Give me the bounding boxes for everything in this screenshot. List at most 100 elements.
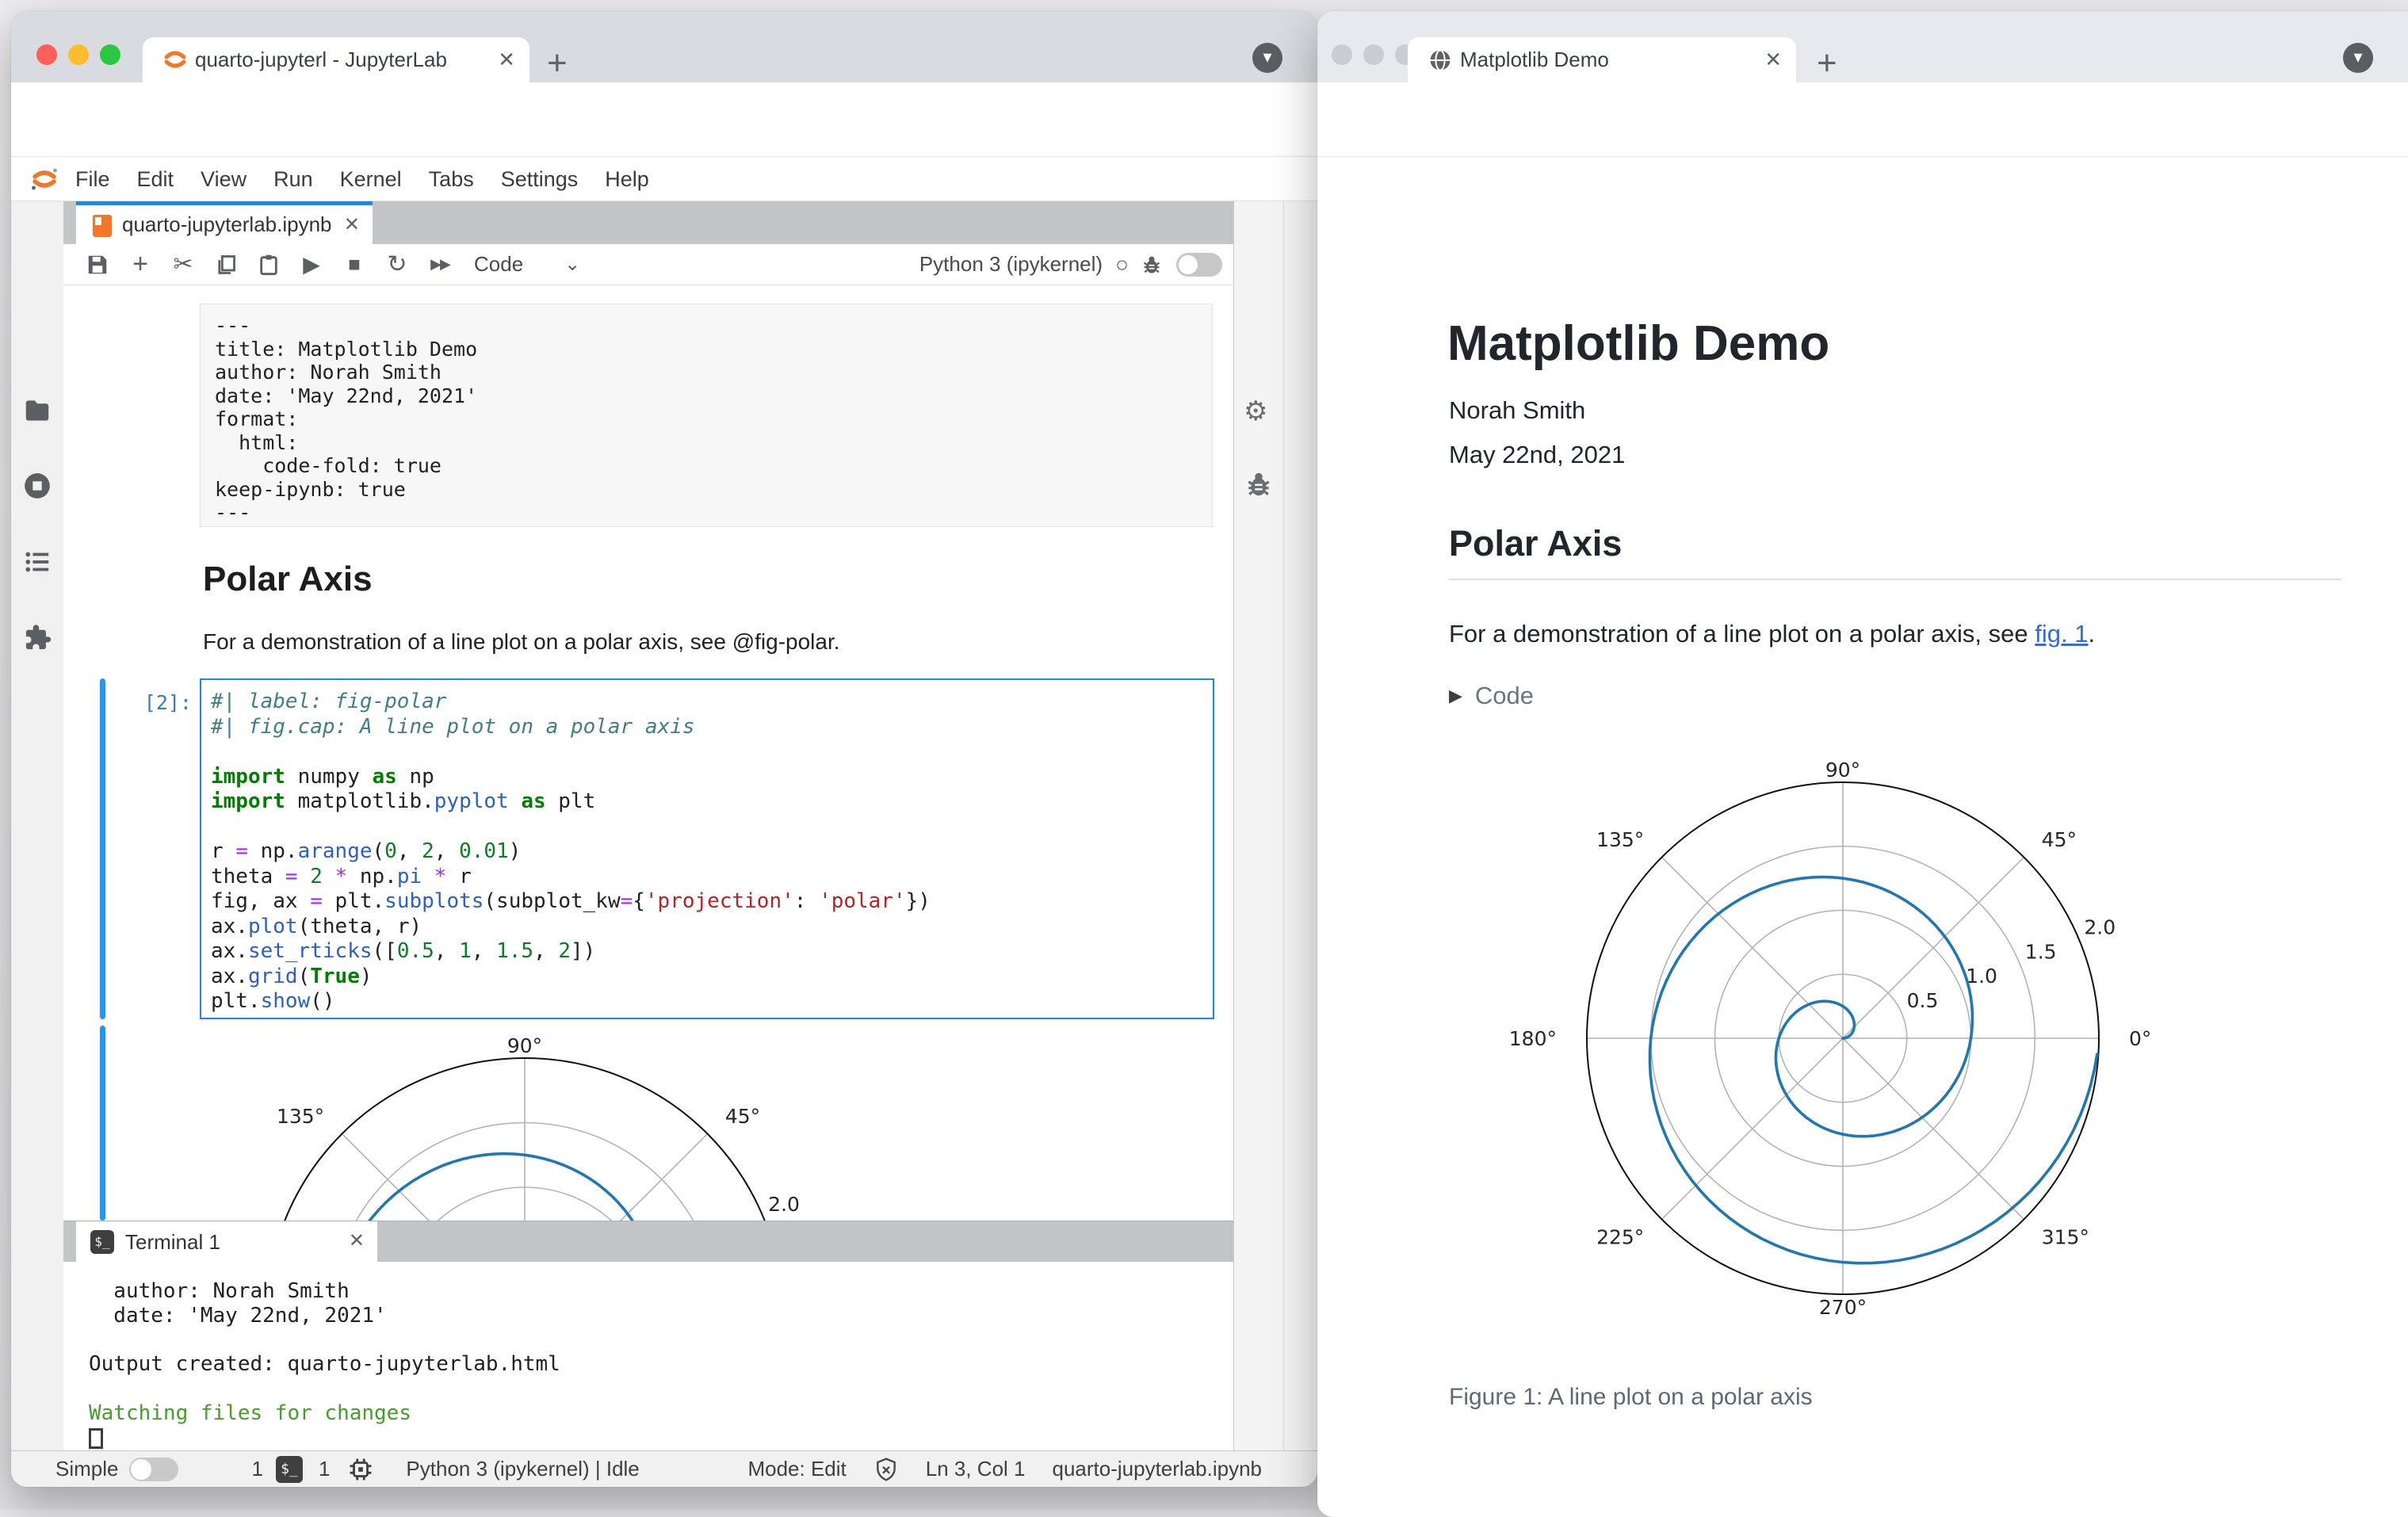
terminal-icon: $_ <box>90 1230 114 1254</box>
terminal-status-icon[interactable]: $_ <box>275 1455 303 1483</box>
simple-mode-toggle[interactable] <box>129 1457 179 1481</box>
paste-cells-icon[interactable] <box>247 251 290 278</box>
menu-item-kernel[interactable]: Kernel <box>327 157 415 201</box>
svg-text:90°: 90° <box>507 1034 542 1057</box>
code-fold-label: Code <box>1474 682 1535 709</box>
input-collapser[interactable] <box>100 678 105 1019</box>
code-cell-editor[interactable]: #| label: fig-polar #| fig.cap: A line pl… <box>200 678 1214 1019</box>
menu-item-run[interactable]: Run <box>260 157 327 201</box>
cell-type-caret-icon[interactable]: ⌄ <box>564 253 580 276</box>
traffic-minimize-button[interactable] <box>1363 44 1384 65</box>
menu-item-file[interactable]: File <box>62 157 124 201</box>
stop-kernel-icon[interactable]: ■ <box>333 251 376 278</box>
menu-item-tabs[interactable]: Tabs <box>415 157 487 201</box>
running-sessions-icon[interactable] <box>22 471 52 501</box>
text-line: ax.set_rticks([0.5, 1, 1.5, 2]) <box>211 939 596 963</box>
jupyterlab-status-bar: Simple 1 $_ 1 Python 3 (ipykernel) | Idl… <box>11 1450 1317 1487</box>
terminal-tab-close-icon[interactable]: ✕ <box>349 1221 365 1260</box>
menu-item-settings[interactable]: Settings <box>487 157 592 201</box>
save-icon[interactable] <box>76 251 119 278</box>
restart-kernel-icon[interactable]: ↻ <box>376 251 419 278</box>
sidebar-divider <box>1283 201 1284 1450</box>
debugger-toggle[interactable] <box>1176 252 1222 277</box>
text-line: html: <box>215 430 299 454</box>
text-line: #| label: fig-polar <box>211 690 447 713</box>
run-cell-icon[interactable]: ▶ <box>290 251 333 278</box>
new-tab-button[interactable]: + <box>1817 46 1837 81</box>
text-line: code-fold: true <box>215 454 441 477</box>
notebook-tab-close-icon[interactable]: ✕ <box>344 205 360 244</box>
svg-text:225°: 225° <box>1596 1225 1644 1248</box>
browser-toolbar-left: ← → ↻ localhost:8888/lab/tree/quarto-jup… <box>11 82 1317 212</box>
copy-cells-icon[interactable] <box>204 251 247 278</box>
terminal-output[interactable]: author: Norah Smith date: 'May 22nd, 202… <box>63 1262 1233 1450</box>
new-tab-button[interactable]: + <box>547 46 568 81</box>
svg-text:1.5: 1.5 <box>2025 940 2057 963</box>
svg-text:315°: 315° <box>2042 1225 2089 1248</box>
notebook-tab-label: quarto-jupyterlab.ipynb <box>122 212 332 236</box>
cursor-position[interactable]: Ln 3, Col 1 <box>926 1457 1026 1481</box>
quarto-rendered-page: Matplotlib Demo Norah Smith May 22nd, 20… <box>1317 157 2408 1517</box>
tab-search-button[interactable]: ▾ <box>1252 43 1282 73</box>
execution-count: [2]: <box>143 691 192 714</box>
insert-cell-icon[interactable]: + <box>119 249 162 279</box>
browser-tab-preview[interactable]: Matplotlib Demo ✕ <box>1408 37 1796 82</box>
browser-tab-strip-left: quarto-jupyterl - JupyterLab ✕ + ▾ <box>11 11 1317 82</box>
body-paragraph: For a demonstration of a line plot on a … <box>1449 620 2096 648</box>
browser-toolbar-right: ← → ↻ localhost:6916 ☆ <box>1317 82 2408 212</box>
debugger-icon[interactable] <box>1244 469 1274 499</box>
notebook-tab[interactable]: quarto-jupyterlab.ipynb ✕ <box>76 201 373 244</box>
svg-text:2.0: 2.0 <box>2084 915 2116 938</box>
text-line: --- <box>215 501 251 524</box>
kernel-name-button[interactable]: Python 3 (ipykernel) <box>919 252 1103 277</box>
cell-type-dropdown[interactable]: Code <box>474 252 523 277</box>
text-line: date: 'May 22nd, 2021' <box>215 384 478 407</box>
menu-item-edit[interactable]: Edit <box>124 157 188 201</box>
text-line: author: Norah Smith <box>215 361 441 384</box>
kernel-status-text[interactable]: Python 3 (ipykernel) | Idle <box>406 1457 639 1481</box>
svg-text:135°: 135° <box>277 1105 324 1128</box>
code-fold-toggle[interactable]: ▶ Code <box>1449 682 1534 710</box>
svg-text:270°: 270° <box>1819 1296 1867 1319</box>
mode-indicator[interactable]: Mode: Edit <box>747 1457 846 1481</box>
svg-text:2.0: 2.0 <box>768 1193 800 1216</box>
simple-mode-label: Simple <box>55 1457 119 1481</box>
restart-run-all-icon[interactable]: ▶▶ <box>419 251 461 278</box>
jupyterlab-activity-bar <box>11 201 63 1450</box>
extension-manager-icon[interactable] <box>22 623 52 653</box>
figure-caption: Figure 1: A line plot on a polar axis <box>1449 1384 1813 1410</box>
tab-close-icon[interactable]: ✕ <box>1764 37 1782 82</box>
text-line: author: Norah Smith <box>89 1279 350 1303</box>
traffic-close-button[interactable] <box>36 44 57 65</box>
menu-item-view[interactable]: View <box>187 157 260 201</box>
tab-close-icon[interactable]: ✕ <box>498 37 515 82</box>
svg-text:45°: 45° <box>725 1105 760 1128</box>
property-inspector-icon[interactable]: ⚙ <box>1244 396 1274 426</box>
svg-text:180°: 180° <box>1509 1027 1557 1050</box>
terminal-tab[interactable]: $_ Terminal 1 ✕ <box>76 1221 377 1263</box>
tab-search-button[interactable]: ▾ <box>2343 43 2373 73</box>
traffic-close-button[interactable] <box>1332 44 1352 65</box>
traffic-minimize-button[interactable] <box>68 44 89 65</box>
text-line <box>89 1328 1233 1353</box>
traffic-zoom-button[interactable] <box>100 44 120 65</box>
file-browser-icon[interactable] <box>22 395 52 426</box>
notebook-tab-bar: quarto-jupyterlab.ipynb ✕ <box>63 201 1233 244</box>
browser-tab-jupyterlab[interactable]: quarto-jupyterl - JupyterLab ✕ <box>143 37 529 82</box>
text-line: ax.plot(theta, r) <box>211 914 422 938</box>
output-collapser[interactable] <box>100 1026 105 1221</box>
yaml-raw-cell[interactable]: --- title: Matplotlib Demo author: Norah S… <box>200 304 1213 527</box>
tab-title: Matplotlib Demo <box>1460 48 1609 71</box>
figure-link[interactable]: fig. 1 <box>2035 620 2088 648</box>
kernel-chip-icon[interactable] <box>347 1456 374 1483</box>
trust-shield-icon[interactable] <box>873 1457 899 1482</box>
toolbar-debugger-icon[interactable] <box>1140 253 1164 277</box>
kernel-status-icon[interactable]: ○ <box>1115 252 1129 277</box>
cut-cells-icon[interactable]: ✂ <box>162 251 204 278</box>
menu-item-help[interactable]: Help <box>591 157 663 201</box>
svg-text:1.0: 1.0 <box>1966 965 1997 988</box>
terminal-panel-tab-bar: $_ Terminal 1 ✕ <box>63 1221 1233 1263</box>
page-date: May 22nd, 2021 <box>1449 441 1626 468</box>
svg-text:0°: 0° <box>2129 1027 2151 1050</box>
table-of-contents-icon[interactable] <box>22 547 52 577</box>
